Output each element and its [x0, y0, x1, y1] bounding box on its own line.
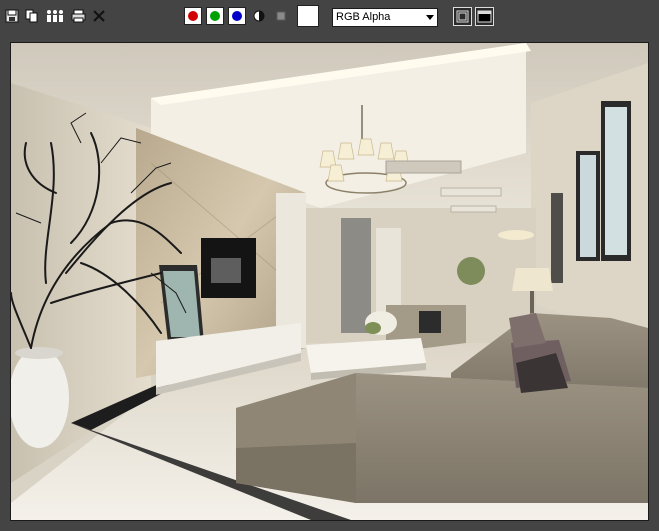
clear-icon[interactable]: [91, 8, 107, 24]
clone-icon[interactable]: [45, 8, 65, 24]
pixel-color-swatch[interactable]: [297, 5, 319, 27]
green-channel-icon: [210, 11, 220, 21]
blue-channel-button[interactable]: [228, 7, 246, 25]
red-channel-button[interactable]: [184, 7, 202, 25]
toggle-ui-overlay-button[interactable]: [453, 7, 472, 26]
copy-icon[interactable]: [24, 8, 40, 24]
save-icon[interactable]: [4, 8, 20, 24]
clear-view-icon[interactable]: [273, 8, 289, 24]
rendered-image: [10, 42, 649, 521]
red-channel-icon: [188, 11, 198, 21]
print-icon[interactable]: [70, 8, 86, 24]
channel-select[interactable]: RGB Alpha: [332, 8, 438, 27]
blue-channel-icon: [232, 11, 242, 21]
channel-select-value: RGB Alpha: [336, 11, 391, 23]
toggle-ui-button[interactable]: [475, 7, 494, 26]
render-frame-toolbar: RGB Alpha: [0, 0, 659, 34]
monochrome-icon[interactable]: [251, 8, 267, 24]
window-icon: [456, 10, 469, 23]
display-icon: [477, 10, 492, 23]
green-channel-button[interactable]: [206, 7, 224, 25]
chevron-down-icon: [426, 15, 434, 20]
